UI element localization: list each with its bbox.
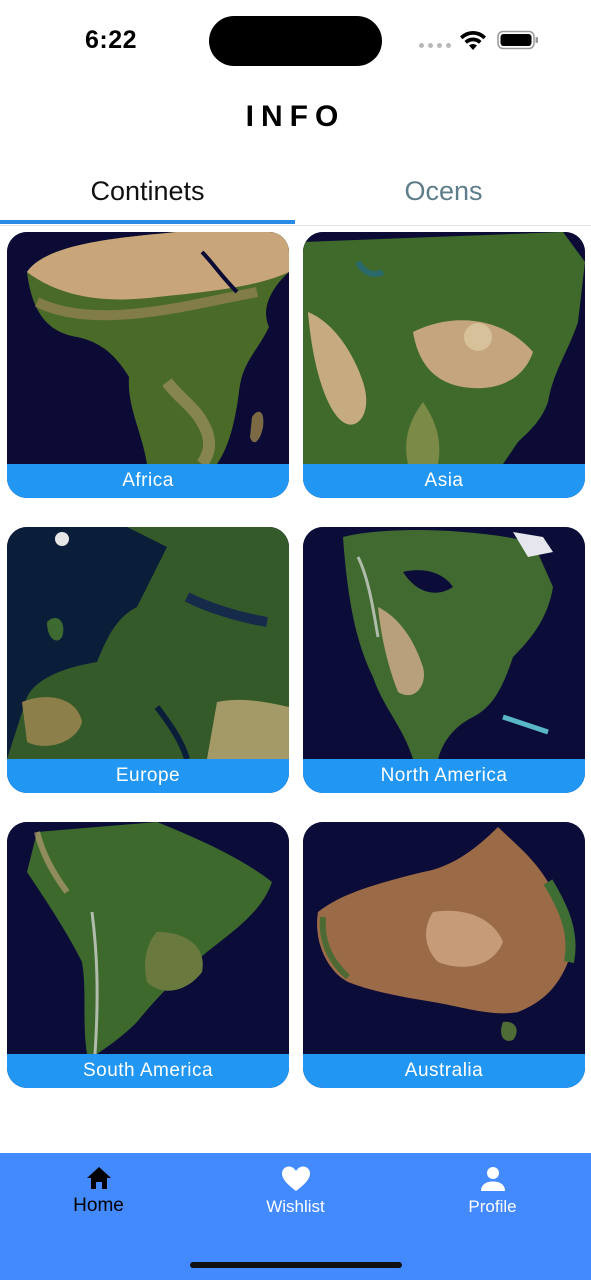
bottom-nav: Home Wishlist Profile <box>0 1153 591 1280</box>
dynamic-island <box>209 16 382 66</box>
card-label-north-america: North America <box>303 759 585 793</box>
card-africa[interactable]: Africa <box>7 232 289 498</box>
tab-indicator <box>0 220 295 224</box>
home-indicator <box>190 1262 402 1268</box>
status-time: 6:22 <box>85 26 138 54</box>
card-label-south-america: South America <box>7 1054 289 1088</box>
tab-oceans[interactable]: Ocens <box>296 160 591 222</box>
card-label-africa: Africa <box>7 464 289 498</box>
nav-home-label: Home <box>73 1195 124 1216</box>
cellular-signal-icon <box>419 43 451 48</box>
card-label-asia: Asia <box>303 464 585 498</box>
card-south-america[interactable]: South America <box>7 822 289 1088</box>
card-label-australia: Australia <box>303 1054 585 1088</box>
nav-profile-label: Profile <box>468 1197 517 1216</box>
wifi-icon <box>460 30 486 50</box>
europe-map-image <box>7 527 289 759</box>
nav-wishlist[interactable]: Wishlist <box>197 1165 394 1217</box>
battery-icon <box>497 30 538 50</box>
nav-wishlist-label: Wishlist <box>266 1197 325 1216</box>
tab-bar: Continets Ocens <box>0 160 591 226</box>
card-asia[interactable]: Asia <box>303 232 585 498</box>
person-icon <box>480 1167 505 1191</box>
south-america-map-image <box>7 822 289 1054</box>
card-label-europe: Europe <box>7 759 289 793</box>
card-australia[interactable]: Australia <box>303 822 585 1088</box>
tab-continents[interactable]: Continets <box>0 160 295 222</box>
nav-home[interactable]: Home <box>0 1165 197 1217</box>
nav-profile[interactable]: Profile <box>394 1165 591 1217</box>
africa-map-image <box>7 232 289 464</box>
card-europe[interactable]: Europe <box>7 527 289 793</box>
card-north-america[interactable]: North America <box>303 527 585 793</box>
australia-map-image <box>303 822 585 1054</box>
north-america-map-image <box>303 527 585 759</box>
status-bar: 6:22 <box>0 0 591 80</box>
home-icon <box>86 1167 111 1189</box>
page-title: INFO <box>245 100 346 133</box>
asia-map-image <box>303 232 585 464</box>
heart-icon <box>281 1166 310 1191</box>
